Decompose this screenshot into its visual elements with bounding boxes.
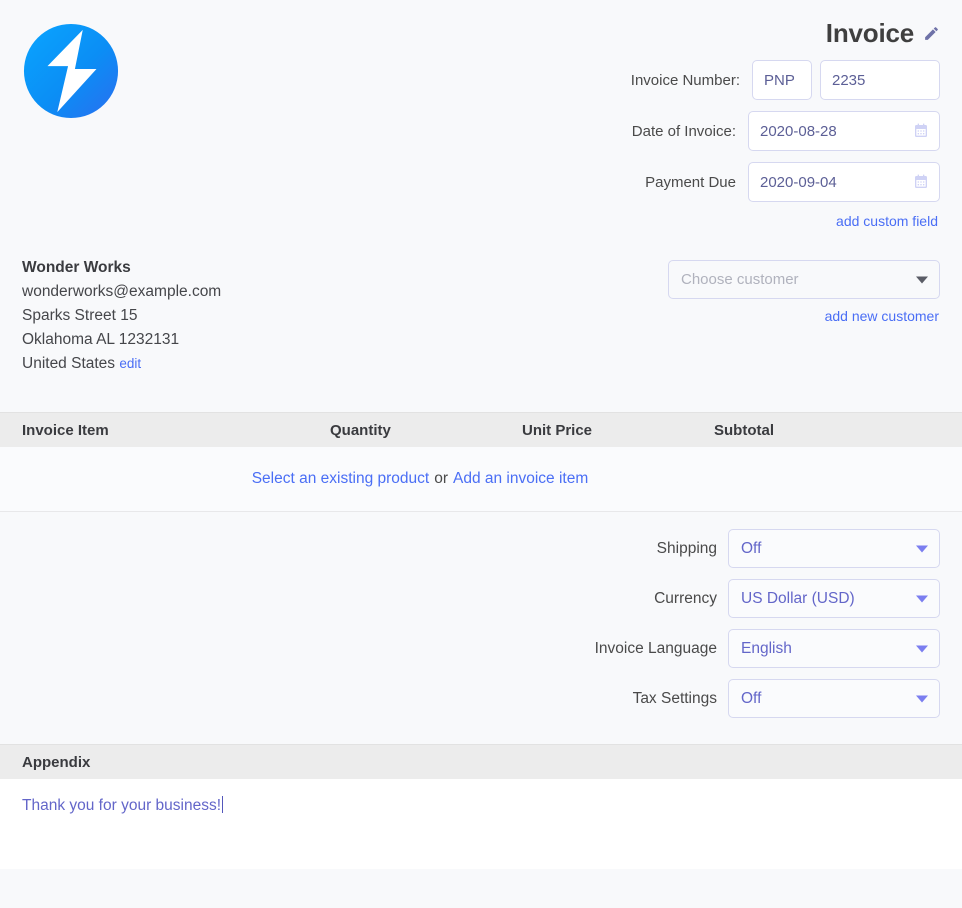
add-custom-field-link[interactable]: add custom field	[836, 213, 938, 229]
select-existing-product-link[interactable]: Select an existing product	[252, 470, 430, 488]
add-invoice-item-link[interactable]: Add an invoice item	[453, 470, 588, 488]
shipping-select[interactable]: Off	[728, 529, 940, 568]
company-country: United States	[22, 355, 115, 372]
shipping-label: Shipping	[657, 540, 728, 558]
company-logo	[22, 22, 120, 120]
column-header-unit-price: Unit Price	[522, 422, 714, 439]
payment-due-value: 2020-09-04	[760, 174, 837, 191]
company-name: Wonder Works	[22, 256, 221, 280]
pencil-icon[interactable]	[923, 25, 940, 42]
invoice-header-section: Invoice Invoice Number: PNP 2235 Date of…	[0, 0, 962, 412]
appendix-header: Appendix	[0, 744, 962, 779]
tax-settings-label: Tax Settings	[633, 690, 728, 708]
date-of-invoice-value: 2020-08-28	[760, 123, 837, 140]
currency-value: US Dollar (USD)	[741, 590, 855, 608]
currency-label: Currency	[654, 590, 728, 608]
company-country-row: United States edit	[22, 352, 221, 376]
customer-section: Choose customer add new customer	[668, 260, 940, 326]
appendix-heading: Appendix	[22, 754, 90, 771]
column-header-subtotal: Subtotal	[714, 422, 874, 439]
invoice-number-row: Invoice Number: PNP 2235	[600, 60, 940, 100]
add-custom-field-row: add custom field	[600, 213, 940, 231]
items-table-header: Invoice Item Quantity Unit Price Subtota…	[0, 412, 962, 447]
add-new-customer-row: add new customer	[668, 308, 940, 326]
shipping-row: Shipping Off	[0, 529, 940, 568]
payment-due-label: Payment Due	[645, 174, 748, 191]
invoice-number-input[interactable]: 2235	[820, 60, 940, 100]
invoice-editor-page: Invoice Invoice Number: PNP 2235 Date of…	[0, 0, 962, 908]
invoice-language-value: English	[741, 640, 792, 658]
invoice-title-row: Invoice	[826, 20, 940, 46]
currency-select[interactable]: US Dollar (USD)	[728, 579, 940, 618]
chevron-down-icon[interactable]	[916, 545, 928, 552]
appendix-body[interactable]: Thank you for your business!	[0, 779, 962, 869]
date-of-invoice-row: Date of Invoice: 2020-08-28	[600, 111, 940, 151]
chevron-down-icon[interactable]	[916, 695, 928, 702]
calendar-icon[interactable]	[913, 123, 929, 139]
choose-customer-value: Choose customer	[681, 271, 799, 288]
tax-settings-row: Tax Settings Off	[0, 679, 940, 718]
empty-items-row: Select an existing product or Add an inv…	[0, 447, 962, 512]
company-city-state-zip: Oklahoma AL 1232131	[22, 328, 221, 352]
invoice-language-row: Invoice Language English	[0, 629, 940, 668]
column-header-quantity: Quantity	[330, 422, 522, 439]
calendar-icon[interactable]	[913, 174, 929, 190]
date-of-invoice-label: Date of Invoice:	[632, 123, 748, 140]
chevron-down-icon[interactable]	[916, 276, 928, 283]
chevron-down-icon[interactable]	[916, 595, 928, 602]
text-cursor	[222, 796, 223, 813]
invoice-meta-form: Invoice Number: PNP 2235 Date of Invoice…	[600, 60, 940, 231]
shipping-value: Off	[741, 540, 761, 558]
invoice-language-select[interactable]: English	[728, 629, 940, 668]
company-street: Sparks Street 15	[22, 304, 221, 328]
edit-company-link[interactable]: edit	[119, 356, 141, 371]
date-of-invoice-input[interactable]: 2020-08-28	[748, 111, 940, 151]
currency-row: Currency US Dollar (USD)	[0, 579, 940, 618]
payment-due-input[interactable]: 2020-09-04	[748, 162, 940, 202]
or-separator: or	[434, 470, 448, 488]
company-email: wonderworks@example.com	[22, 280, 221, 304]
company-address-block: Wonder Works wonderworks@example.com Spa…	[22, 256, 221, 376]
tax-settings-value: Off	[741, 690, 761, 708]
page-title: Invoice	[826, 20, 914, 46]
invoice-language-label: Invoice Language	[595, 640, 728, 658]
tax-settings-select[interactable]: Off	[728, 679, 940, 718]
chevron-down-icon[interactable]	[916, 645, 928, 652]
appendix-text-input[interactable]: Thank you for your business!	[22, 797, 221, 815]
choose-customer-select[interactable]: Choose customer	[668, 260, 940, 299]
invoice-number-prefix-input[interactable]: PNP	[752, 60, 812, 100]
column-header-invoice-item: Invoice Item	[0, 422, 330, 439]
invoice-settings-section: Shipping Off Currency US Dollar (USD) In…	[0, 512, 962, 744]
payment-due-row: Payment Due 2020-09-04	[600, 162, 940, 202]
add-new-customer-link[interactable]: add new customer	[825, 308, 939, 324]
invoice-number-label: Invoice Number:	[631, 72, 752, 89]
